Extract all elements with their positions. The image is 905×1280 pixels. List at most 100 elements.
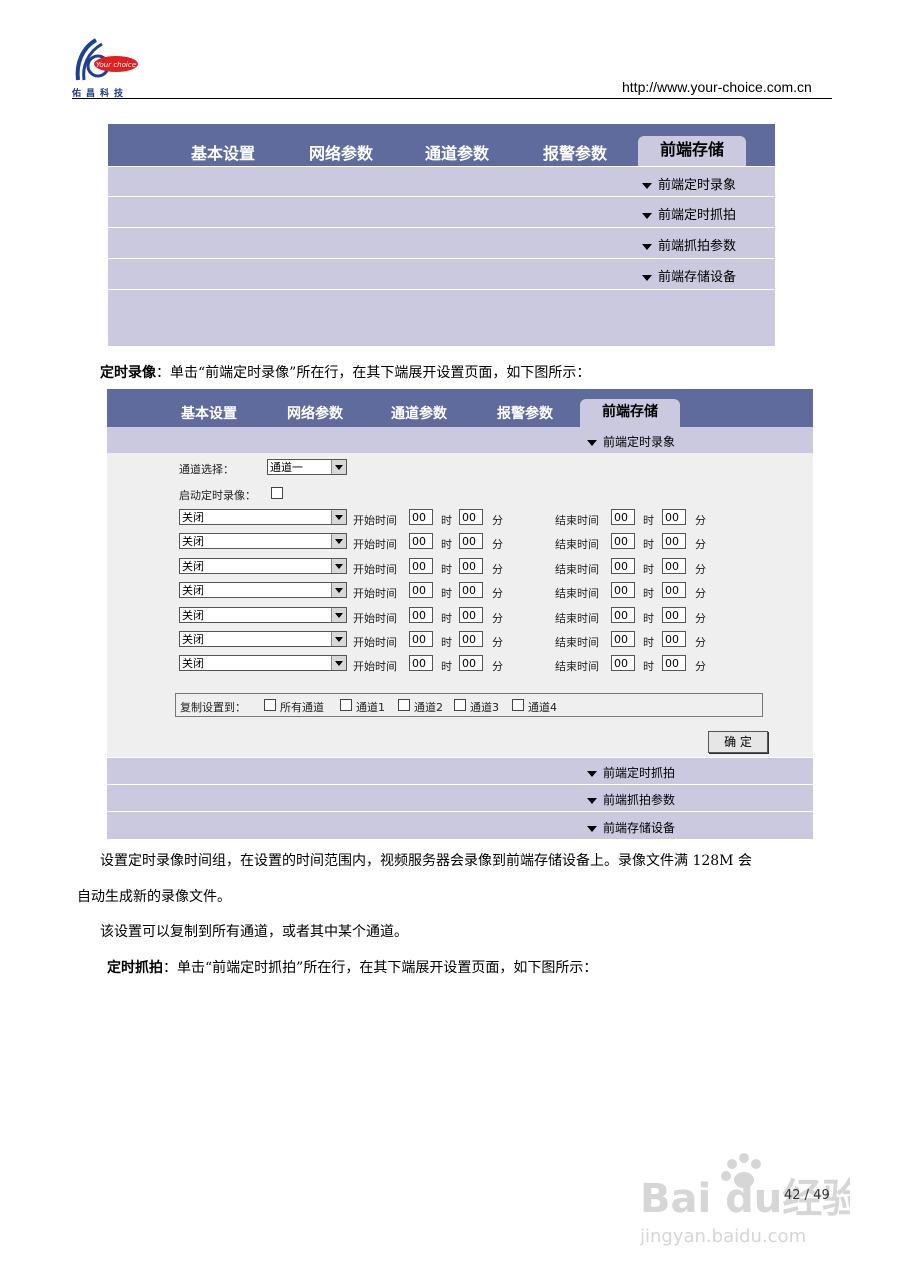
minute-unit: 分 (492, 660, 503, 673)
row-storage-device[interactable]: 前端存储设备 (107, 811, 813, 840)
copy-all-checkbox[interactable] (264, 699, 276, 711)
tab-basic[interactable]: 基本设置 (157, 403, 261, 423)
end-hour-input[interactable]: 00 (611, 655, 635, 671)
copy-ch1-checkbox[interactable] (340, 699, 352, 711)
start-hour-input[interactable]: 00 (409, 558, 433, 574)
hour-unit: 时 (441, 612, 452, 625)
end-minute-input[interactable]: 00 (662, 631, 686, 647)
copy-ch4-checkbox[interactable] (512, 699, 524, 711)
header-divider (72, 98, 832, 99)
start-hour-input[interactable]: 00 (409, 533, 433, 549)
end-hour-input[interactable]: 00 (611, 582, 635, 598)
paragraph-record-description-cont: 自动生成新的录像文件。 (77, 889, 231, 905)
start-hour-input[interactable]: 00 (409, 631, 433, 647)
mode-select[interactable]: 关闭 (179, 533, 347, 549)
end-hour-input[interactable]: 00 (611, 631, 635, 647)
copy-ch1-label: 通道1 (356, 701, 385, 714)
minute-unit: 分 (492, 587, 503, 600)
copy-ch2-label: 通道2 (414, 701, 443, 714)
row-timed-record[interactable]: 前端定时录象 (108, 166, 775, 197)
tab-network[interactable]: 网络参数 (286, 140, 396, 164)
copy-ch2-checkbox[interactable] (398, 699, 410, 711)
tab-basic[interactable]: 基本设置 (168, 140, 278, 164)
end-minute-input[interactable]: 00 (662, 582, 686, 598)
minute-unit: 分 (695, 563, 706, 576)
start-time-label: 开始时间 (353, 514, 397, 527)
chevron-down-icon (331, 559, 346, 573)
start-hour-input[interactable]: 00 (409, 582, 433, 598)
triangle-down-icon (642, 212, 652, 219)
start-minute-input[interactable]: 00 (459, 655, 483, 671)
hour-unit: 时 (441, 660, 452, 673)
mode-select[interactable]: 关闭 (179, 607, 347, 623)
mode-select[interactable]: 关闭 (179, 509, 347, 525)
tab-frontend-storage[interactable]: 前端存储 (580, 399, 680, 427)
start-minute-input[interactable]: 00 (459, 607, 483, 623)
minute-unit: 分 (695, 587, 706, 600)
row-snapshot-params[interactable]: 前端抓拍参数 (107, 784, 813, 812)
end-minute-input[interactable]: 00 (662, 655, 686, 671)
tab-bar: 基本设置 网络参数 通道参数 报警参数 前端存储 (107, 389, 813, 427)
row-storage-device[interactable]: 前端存储设备 (108, 258, 775, 289)
tab-bar: 基本设置 网络参数 通道参数 报警参数 前端存储 (108, 124, 775, 166)
start-time-label: 开始时间 (353, 538, 397, 551)
tab-channel[interactable]: 通道参数 (402, 140, 512, 164)
copy-settings-label: 复制设置到： (180, 701, 246, 714)
row-label: 前端存储设备 (658, 270, 737, 285)
svg-text:jingyan.baidu.com: jingyan.baidu.com (640, 1226, 806, 1247)
end-minute-input[interactable]: 00 (662, 558, 686, 574)
mode-select-value: 关闭 (182, 560, 204, 573)
end-minute-input[interactable]: 00 (662, 607, 686, 623)
para-bold: 定时录像 (100, 365, 156, 381)
row-timed-snapshot[interactable]: 前端定时抓拍 (107, 757, 813, 784)
start-minute-input[interactable]: 00 (459, 533, 483, 549)
hour-unit: 时 (643, 538, 654, 551)
row-timed-record-expanded[interactable]: 前端定时录象 (107, 427, 813, 453)
start-time-label: 开始时间 (353, 612, 397, 625)
minute-unit: 分 (492, 538, 503, 551)
minute-unit: 分 (492, 514, 503, 527)
minute-unit: 分 (695, 538, 706, 551)
mode-select[interactable]: 关闭 (179, 582, 347, 598)
enable-record-checkbox[interactable] (271, 487, 283, 499)
chevron-down-icon (331, 510, 346, 524)
page-number: 42 / 49 (784, 1188, 830, 1203)
row-label: 前端定时录象 (603, 435, 676, 449)
confirm-button[interactable]: 确 定 (708, 731, 768, 753)
end-hour-input[interactable]: 00 (611, 607, 635, 623)
start-hour-input[interactable]: 00 (409, 655, 433, 671)
hour-unit: 时 (643, 514, 654, 527)
start-time-label: 开始时间 (353, 563, 397, 576)
end-hour-input[interactable]: 00 (611, 533, 635, 549)
start-time-label: 开始时间 (353, 587, 397, 600)
mode-select-value: 关闭 (182, 609, 204, 622)
tab-network[interactable]: 网络参数 (263, 403, 367, 423)
channel-select[interactable]: 通道一 (267, 459, 347, 475)
end-minute-input[interactable]: 00 (662, 509, 686, 525)
tab-frontend-storage[interactable]: 前端存储 (638, 136, 746, 166)
tab-alarm[interactable]: 报警参数 (473, 403, 577, 423)
tab-channel[interactable]: 通道参数 (367, 403, 471, 423)
end-hour-input[interactable]: 00 (611, 509, 635, 525)
triangle-down-icon (642, 243, 652, 250)
start-hour-input[interactable]: 00 (409, 607, 433, 623)
end-time-label: 结束时间 (555, 563, 599, 576)
mode-select[interactable]: 关闭 (179, 558, 347, 574)
minute-unit: 分 (695, 636, 706, 649)
start-minute-input[interactable]: 00 (459, 582, 483, 598)
row-timed-snapshot[interactable]: 前端定时抓拍 (108, 196, 775, 227)
start-minute-input[interactable]: 00 (459, 631, 483, 647)
end-hour-input[interactable]: 00 (611, 558, 635, 574)
end-time-label: 结束时间 (555, 660, 599, 673)
para-text: ：单击“前端定时抓拍”所在行，在其下端展开设置页面，如下图所示： (163, 960, 598, 976)
tab-alarm[interactable]: 报警参数 (520, 140, 630, 164)
start-minute-input[interactable]: 00 (459, 509, 483, 525)
end-minute-input[interactable]: 00 (662, 533, 686, 549)
copy-ch3-checkbox[interactable] (454, 699, 466, 711)
mode-select[interactable]: 关闭 (179, 631, 347, 647)
copy-ch4-label: 通道4 (528, 701, 557, 714)
start-minute-input[interactable]: 00 (459, 558, 483, 574)
row-snapshot-params[interactable]: 前端抓拍参数 (108, 227, 775, 258)
start-hour-input[interactable]: 00 (409, 509, 433, 525)
mode-select[interactable]: 关闭 (179, 655, 347, 671)
